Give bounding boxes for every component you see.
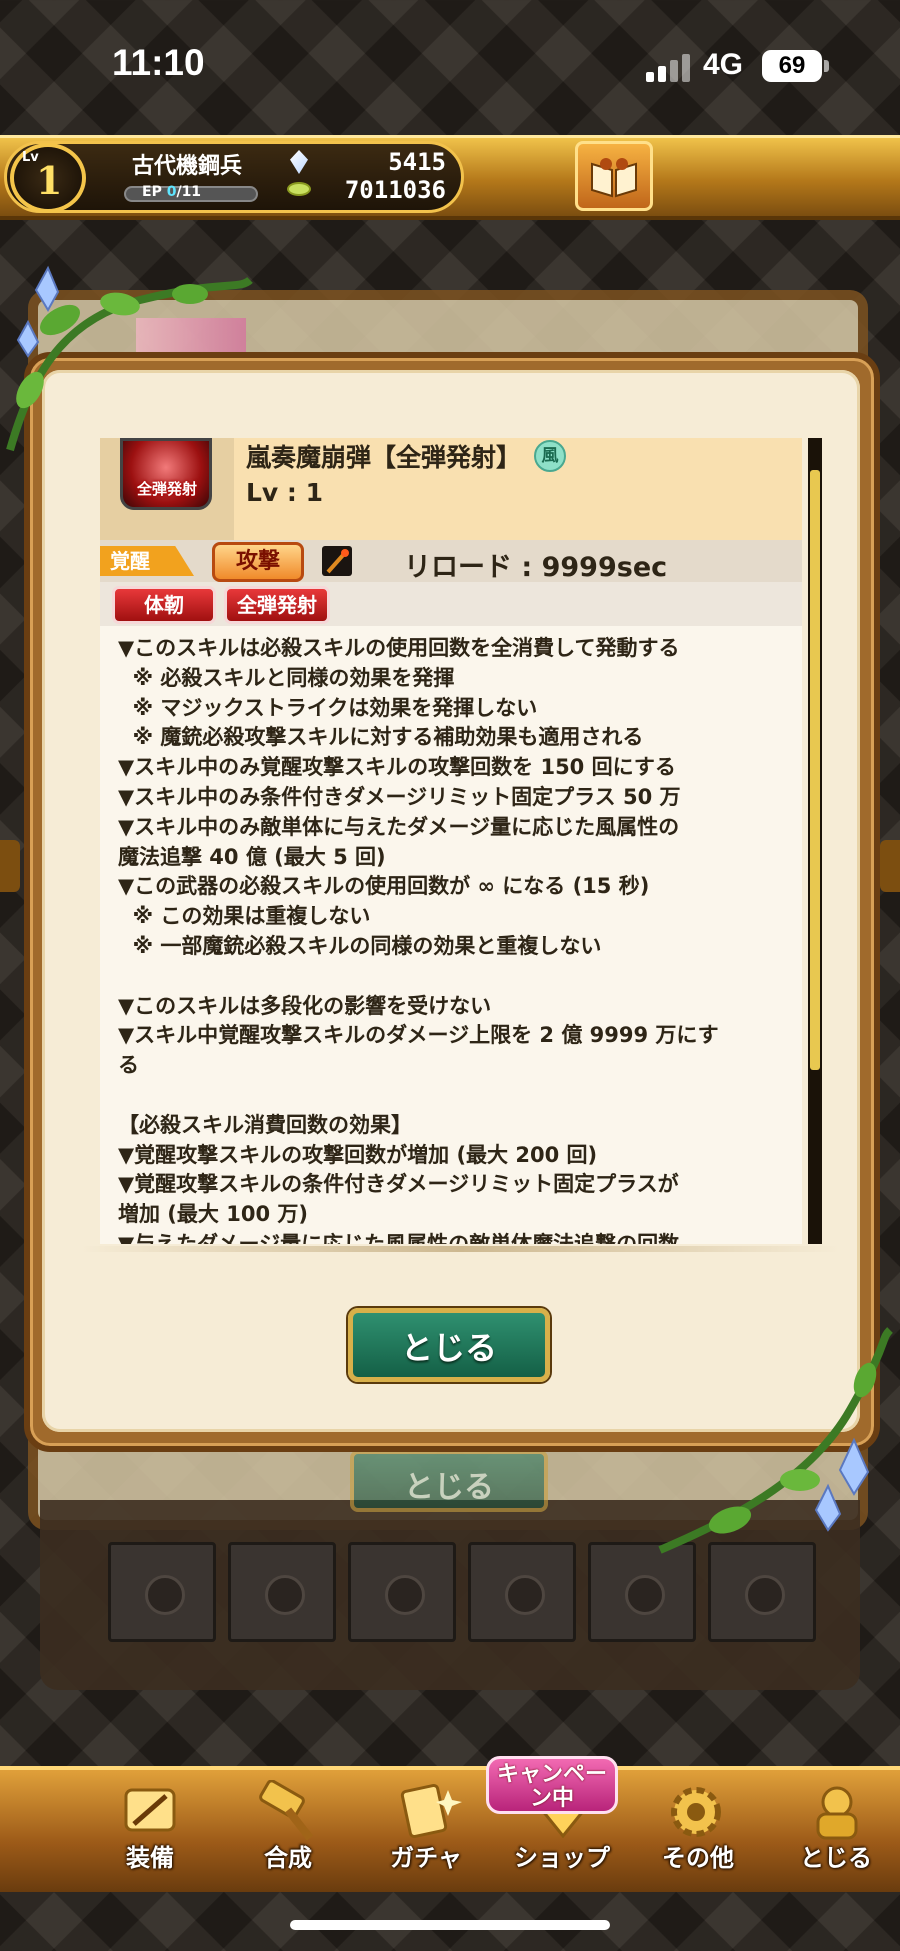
player-level: 1 <box>36 158 63 203</box>
description-line: ※ 必殺スキルと同様の効果を発揮 <box>118 665 455 690</box>
ep-text: EP 0/11 <box>142 184 202 200</box>
nav-item-equipment[interactable]: 装備 <box>80 1770 220 1888</box>
description-line: ▼このスキルは多段化の影響を受けない <box>118 993 492 1018</box>
status-bar: 11:10 4G 69 <box>0 0 900 130</box>
locked-slot <box>108 1542 216 1642</box>
locked-slot <box>348 1542 456 1642</box>
description-line: ※ 一部魔銃必殺スキルの同様の効果と重複しない <box>118 934 602 958</box>
book-icon <box>591 158 637 198</box>
coin-icon <box>287 182 311 196</box>
nav-label: 装備 <box>126 1844 174 1872</box>
description-line: ▼スキル中のみ敵単体に与えたダメージ量に応じた風属性の <box>118 814 680 839</box>
description-line: 増加 (最大 100 万) <box>118 1202 308 1227</box>
background-close-button: とじる <box>350 1450 548 1512</box>
network-type: 4G <box>703 48 744 81</box>
book-button[interactable] <box>575 141 653 211</box>
description-line: ▼与えたダメージ量に応じた風属性の敵単体魔法追撃の回数 <box>118 1232 680 1244</box>
description-line: ▼スキル中のみ条件付きダメージリミット固定プラス 50 万 <box>118 785 681 809</box>
description-line: ▼このスキルは必殺スキルの使用回数を全消費して発動する <box>118 636 680 660</box>
nav-label: 合成 <box>264 1844 312 1872</box>
gem-count: 5415 <box>388 148 446 176</box>
lock-icon <box>505 1575 545 1615</box>
locked-slot <box>468 1542 576 1642</box>
description-line: ※ マジックストライクは効果を発揮しない <box>118 695 538 720</box>
nav-item-synthesis[interactable]: 合成 <box>218 1770 358 1888</box>
nav-item-gacha[interactable]: ガチャ <box>356 1770 496 1888</box>
close-icon <box>816 1786 858 1840</box>
close-button-label: とじる <box>400 1329 497 1367</box>
nav-label: とじる <box>800 1844 872 1872</box>
description-line: る <box>118 1053 139 1078</box>
description-line: ▼この武器の必殺スキルの使用回数が ∞ になる (15 秒) <box>118 874 650 899</box>
divider <box>80 1246 840 1252</box>
skill-icon <box>120 438 212 510</box>
description-line: ▼覚醒攻撃スキルの攻撃回数が増加 (最大 200 回) <box>118 1142 598 1167</box>
battery-tip <box>824 60 829 72</box>
scrollbar-thumb[interactable] <box>810 470 820 1070</box>
locked-slot <box>228 1542 336 1642</box>
campaign-badge: キャンペーン中 <box>486 1756 618 1814</box>
coin-count: 7011036 <box>344 176 446 204</box>
vine-decoration-top-left <box>6 265 253 452</box>
skill-description[interactable]: ▼このスキルは必殺スキルの使用回数を全消費して発動する ※ 必殺スキルと同様の効… <box>100 626 802 1244</box>
close-button[interactable]: とじる <box>348 1308 550 1382</box>
description-line: 【必殺スキル消費回数の効果】 <box>118 1112 412 1137</box>
description-line: ▼スキル中覚醒攻撃スキルのダメージ上限を 2 億 9999 万にす <box>118 1023 719 1048</box>
lock-icon <box>145 1575 185 1615</box>
equipment-icon <box>124 1788 176 1832</box>
edge-tab-left <box>0 840 20 892</box>
lock-icon <box>265 1575 305 1615</box>
nav-label: ガチャ <box>390 1844 462 1872</box>
home-indicator <box>290 1920 610 1930</box>
gacha-icon <box>400 1784 462 1838</box>
vine-decoration-bottom-right <box>658 1327 893 1554</box>
ep-max: /11 <box>176 184 202 200</box>
skill-tag: 体靭 <box>112 586 216 624</box>
skill-level: Lv : 1 <box>246 478 324 507</box>
lock-icon <box>625 1575 665 1615</box>
description-line: ※ 魔銃必殺攻撃スキルに対する補助効果も適用される <box>118 725 644 750</box>
nav-label: ショップ <box>514 1844 610 1872</box>
skill-icon-label: 全弾発射 <box>136 480 197 498</box>
weapon-icon <box>322 546 352 576</box>
player-name: 古代機鋼兵 <box>132 154 243 179</box>
signal-icon <box>646 52 692 82</box>
skill-name: 嵐奏魔崩弾【全弾発射】 <box>246 443 522 472</box>
wind-element-icon: 風 <box>534 440 566 472</box>
attack-type-badge: 攻撃 <box>212 542 304 582</box>
description-line: ▼覚醒攻撃スキルの条件付きダメージリミット固定プラスが <box>118 1172 679 1197</box>
gear-icon <box>671 1787 721 1837</box>
ep-current: 0 <box>166 184 177 200</box>
description-line: 魔法追撃 40 億 (最大 5 回) <box>118 844 386 869</box>
edge-tab-right <box>880 840 900 892</box>
status-time: 11:10 <box>112 42 205 83</box>
description-line: ▼スキル中のみ覚醒攻撃スキルの攻撃回数を 150 回にする <box>118 755 676 780</box>
lock-icon <box>385 1575 425 1615</box>
lock-icon <box>745 1575 785 1615</box>
hammer-icon <box>259 1780 314 1841</box>
reload-time: リロード : 9999sec <box>404 552 668 583</box>
nav-label: その他 <box>662 1844 734 1872</box>
nav-item-other[interactable]: その他 <box>628 1770 768 1888</box>
battery-icon: 69 <box>762 50 822 82</box>
background-close-label: とじる <box>404 1470 494 1505</box>
skill-tag: 全弾発射 <box>224 586 330 624</box>
nav-item-close[interactable]: とじる <box>766 1770 900 1888</box>
description-line: ※ この効果は重複しない <box>118 904 371 929</box>
